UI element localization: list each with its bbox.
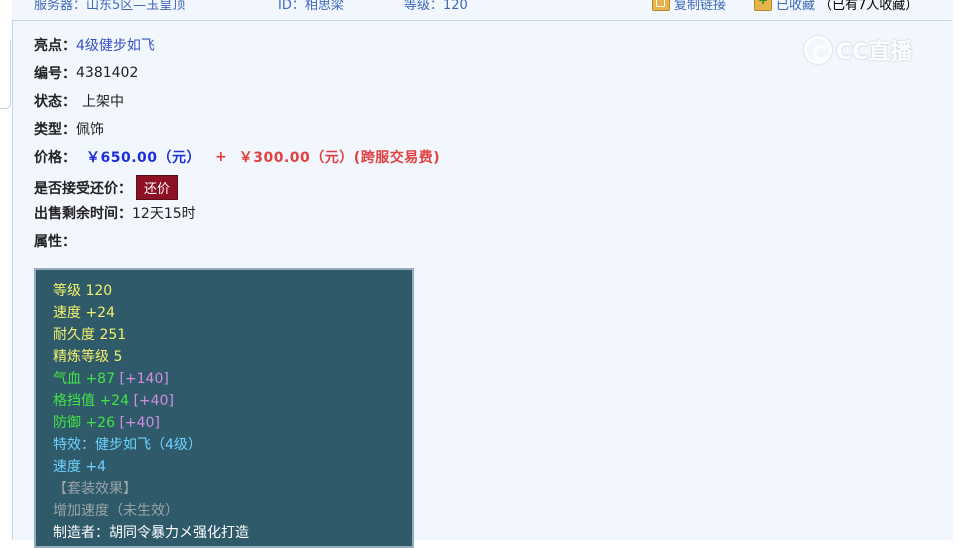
copy-link-label[interactable]: 复制链接 — [674, 0, 726, 13]
id-label: ID： — [278, 0, 305, 13]
attributes-tooltip: 等级 120 速度 +24 耐久度 251 精炼等级 5 气血 +87 [+14… — [34, 268, 414, 548]
attr-set-effect: 增加速度（未生效） — [53, 503, 179, 519]
status-label: 状态： — [34, 94, 76, 110]
attr-defense-line: 防御 +26 [+40] — [53, 412, 412, 434]
favorite-label[interactable]: 已收藏 — [776, 0, 815, 13]
level-label: 等级： — [404, 0, 444, 13]
attr-speed-extra: 速度 +4 — [53, 459, 107, 475]
attributes-row: 属性： — [34, 231, 76, 251]
id-info: ID：相思梁 — [278, 0, 344, 13]
highlight-row: 亮点： 4级健步如飞 — [34, 35, 155, 55]
favorite-count: （已有7人收藏） — [819, 0, 919, 13]
type-row: 类型： 佩饰 — [34, 119, 104, 139]
status-row: 状态： 上架中 — [34, 91, 124, 111]
type-label: 类型： — [34, 122, 76, 138]
server-value: 山东5区—玉皇顶 — [86, 0, 186, 13]
attr-block-line: 格挡值 +24 [+40] — [53, 390, 412, 412]
attr-hp-bonus: [+140] — [119, 371, 169, 387]
remaining-label: 出售剩余时间： — [34, 206, 132, 222]
server-info: 服务器：山东5区—玉皇顶 — [34, 0, 185, 13]
number-label: 编号： — [34, 66, 76, 82]
attr-speed: 速度 +24 — [53, 305, 115, 321]
favorite-icon — [754, 0, 772, 11]
attributes-label: 属性： — [34, 234, 76, 250]
copy-link-icon — [652, 0, 670, 11]
price-value: ￥650.00（元） — [86, 150, 202, 166]
attr-hp-line: 气血 +87 [+140] — [53, 368, 412, 390]
attr-durability: 耐久度 251 — [53, 327, 127, 343]
level-info: 等级：120 — [404, 0, 468, 13]
number-row: 编号： 4381402 — [34, 63, 138, 83]
attr-level: 等级 120 — [53, 283, 113, 299]
attr-set-title: 【套装效果】 — [53, 481, 137, 497]
item-header-bar: 服务器：山东5区—玉皇顶 ID：相思梁 等级：120 复制链接 已收藏 （已有7… — [12, 0, 952, 21]
copy-link-button[interactable]: 复制链接 — [652, 0, 726, 13]
bargain-label: 是否接受还价： — [34, 180, 132, 197]
attr-special-effect: 特效：健步如飞（4级） — [53, 437, 202, 453]
status-value: 上架中 — [82, 94, 124, 110]
remaining-time-row: 出售剩余时间： 12天15时 — [34, 203, 196, 223]
favorite-button[interactable]: 已收藏 （已有7人收藏） — [754, 0, 918, 13]
attr-refine: 精炼等级 5 — [53, 349, 123, 365]
attr-defense: 防御 +26 — [53, 415, 115, 431]
number-value: 4381402 — [76, 65, 139, 81]
cross-server-fee: ￥300.00（元）(跨服交易费) — [238, 150, 441, 166]
attr-hp: 气血 +87 — [53, 371, 115, 387]
attr-defense-bonus: [+40] — [119, 415, 160, 431]
attr-block-bonus: [+40] — [133, 393, 174, 409]
price-row: 价格： ￥650.00（元） + ￥300.00（元）(跨服交易费) — [34, 147, 440, 167]
cc-logo-icon — [804, 36, 832, 64]
attr-block: 格挡值 +24 — [53, 393, 129, 409]
watermark-text: CC直播 — [836, 40, 913, 65]
cc-live-watermark: CC直播 — [804, 34, 912, 66]
level-value: 120 — [443, 0, 468, 13]
attr-maker: 制造者：胡同令暴力メ强化打造 — [53, 525, 249, 541]
price-plus: + — [215, 149, 227, 165]
bargain-button[interactable]: 还价 — [136, 175, 179, 200]
id-value: 相思梁 — [304, 0, 344, 13]
left-panel-fragment — [0, 40, 11, 109]
server-label: 服务器： — [34, 0, 87, 13]
bargain-row: 是否接受还价： 还价 — [34, 175, 179, 200]
highlight-label: 亮点： — [34, 38, 76, 54]
type-value: 佩饰 — [76, 122, 104, 138]
price-label: 价格： — [34, 150, 76, 166]
remaining-value: 12天15时 — [132, 206, 196, 222]
highlight-value: 4级健步如飞 — [76, 38, 155, 54]
